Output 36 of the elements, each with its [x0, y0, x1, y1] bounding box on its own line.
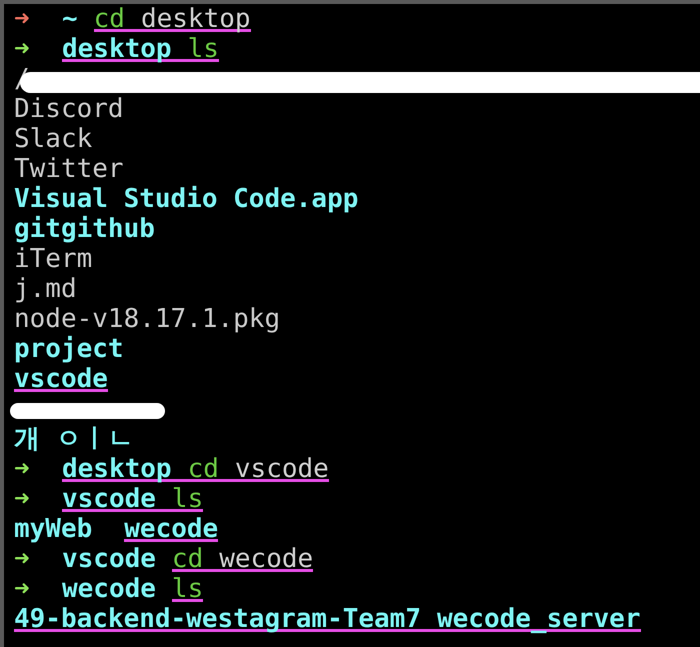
prompt-directory: desktop — [62, 456, 172, 482]
command-argument: wecode — [219, 546, 314, 572]
prompt-directory: vscode — [62, 486, 156, 512]
prompt-directory: vscode — [62, 546, 156, 572]
prompt-arrow: ➜ — [14, 576, 31, 602]
command-argument: vscode — [234, 456, 329, 482]
prompt-arrow: ➜ — [14, 36, 31, 62]
command-text: ls — [172, 486, 204, 512]
prompt-arrow: ➜ — [14, 456, 31, 482]
command-argument: desktop — [140, 6, 251, 32]
command-text: ls — [188, 36, 219, 62]
folder-name: myWeb — [14, 516, 92, 542]
prompt-directory: desktop — [62, 36, 172, 62]
prompt-arrow: ➜ — [14, 546, 31, 572]
folder-name: 49-backend-westagram-Team7 — [14, 606, 421, 632]
command-text: cd — [94, 6, 125, 32]
file-name: Discord — [14, 96, 124, 122]
folder-name: 개 ㅇㅣㄴ — [14, 426, 134, 452]
file-name: j.md — [14, 276, 77, 302]
prompt-arrow: ➜ — [14, 486, 31, 512]
file-name: iTerm — [14, 246, 92, 272]
folder-name: project — [14, 336, 124, 362]
command-text: cd — [172, 546, 204, 572]
folder-name: Visual Studio Code.app — [14, 186, 358, 212]
prompt-directory: wecode — [62, 576, 156, 602]
command-text: ls — [172, 576, 204, 602]
folder-name: vscode — [14, 366, 108, 392]
folder-name: wecode — [124, 516, 218, 542]
command-text: cd — [188, 456, 219, 482]
prompt-directory: ~ — [62, 6, 78, 32]
file-name: node-v18.17.1.pkg — [14, 306, 280, 332]
folder-name: gitgithub — [14, 216, 155, 242]
file-name: Slack — [14, 126, 92, 152]
prompt-arrow: ➜ — [14, 6, 31, 32]
folder-name: wecode_server — [437, 606, 640, 632]
file-name: Twitter — [14, 156, 124, 182]
